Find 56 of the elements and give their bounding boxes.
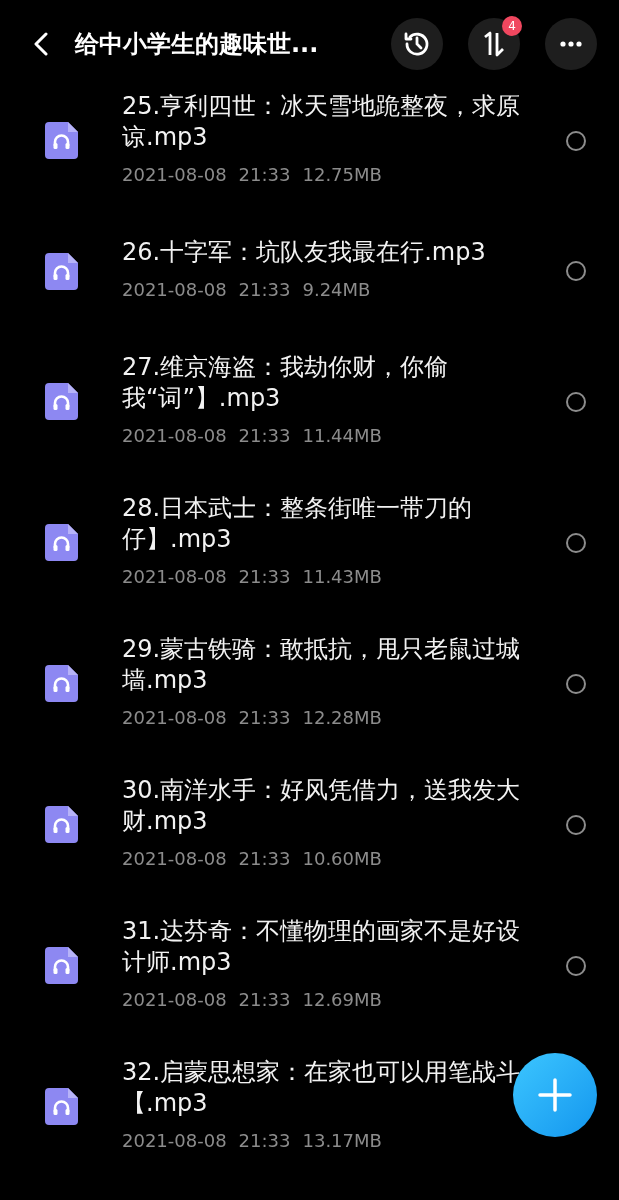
file-size: 11.44MB bbox=[302, 424, 382, 448]
select-checkbox[interactable] bbox=[566, 532, 586, 553]
file-size: 10.60MB bbox=[302, 847, 382, 871]
file-time: 21:33 bbox=[238, 847, 291, 871]
file-time: 21:33 bbox=[238, 424, 291, 448]
audio-file-icon bbox=[45, 252, 78, 290]
file-date: 2021-08-08 bbox=[122, 278, 227, 302]
file-date: 2021-08-08 bbox=[122, 163, 227, 187]
file-name: 32.启蒙思想家：在家也可以用笔战斗 【.mp3 bbox=[122, 1057, 521, 1119]
audio-file-icon bbox=[45, 1088, 78, 1125]
file-name: 27.维京海盗：我劫你财，你偷 我“词”】.mp3 bbox=[122, 352, 449, 414]
select-checkbox[interactable] bbox=[566, 955, 586, 976]
back-icon bbox=[34, 32, 48, 56]
select-checkbox[interactable] bbox=[566, 261, 586, 281]
file-time: 21:33 bbox=[238, 1129, 291, 1153]
history-button[interactable] bbox=[391, 18, 443, 70]
file-size: 12.75MB bbox=[302, 163, 382, 187]
file-size: 13.17MB bbox=[302, 1129, 382, 1153]
sort-button[interactable]: 4 bbox=[468, 18, 520, 70]
file-time: 21:33 bbox=[238, 706, 291, 730]
audio-file-icon bbox=[45, 806, 78, 843]
file-name: 31.达芬奇：不懂物理的画家不是好设 计师.mp3 bbox=[122, 916, 521, 978]
more-button[interactable] bbox=[545, 18, 597, 70]
file-date: 2021-08-08 bbox=[122, 1129, 227, 1153]
file-name: 30.南洋水手：好风凭借力，送我发大 财.mp3 bbox=[122, 775, 521, 837]
file-size: 11.43MB bbox=[302, 565, 382, 589]
file-name: 26.十字军：坑队友我最在行.mp3 bbox=[122, 237, 486, 268]
file-size: 12.28MB bbox=[302, 706, 382, 730]
file-time: 21:33 bbox=[238, 278, 291, 302]
file-date: 2021-08-08 bbox=[122, 706, 227, 730]
audio-file-icon bbox=[45, 947, 78, 984]
sort-icon bbox=[482, 31, 506, 57]
file-time: 21:33 bbox=[238, 988, 291, 1012]
select-checkbox[interactable] bbox=[566, 673, 586, 694]
file-size: 9.24MB bbox=[302, 278, 371, 302]
file-name: 29.蒙古铁骑：敢抵抗，甩只老鼠过城 墙.mp3 bbox=[122, 634, 521, 696]
count-badge: 4 bbox=[502, 16, 522, 36]
audio-file-icon bbox=[45, 524, 78, 561]
audio-file-icon bbox=[45, 122, 78, 159]
file-size: 12.69MB bbox=[302, 988, 382, 1012]
file-date: 2021-08-08 bbox=[122, 847, 227, 871]
file-name: 28.日本武士：整条街唯一带刀的 仔】.mp3 bbox=[122, 493, 473, 555]
file-date: 2021-08-08 bbox=[122, 565, 227, 589]
select-checkbox[interactable] bbox=[566, 814, 586, 835]
plus-icon bbox=[538, 1078, 572, 1112]
file-name: 25.亨利四世：冰天雪地跪整夜，求原 谅.mp3 bbox=[122, 91, 521, 153]
file-time: 21:33 bbox=[238, 163, 291, 187]
select-checkbox[interactable] bbox=[566, 391, 586, 412]
audio-file-icon bbox=[45, 383, 78, 420]
file-time: 21:33 bbox=[238, 565, 291, 589]
audio-file-icon bbox=[45, 665, 78, 702]
select-checkbox[interactable] bbox=[566, 130, 586, 151]
file-date: 2021-08-08 bbox=[122, 424, 227, 448]
file-date: 2021-08-08 bbox=[122, 988, 227, 1012]
more-icon bbox=[560, 41, 582, 47]
folder-title: 给中小学生的趣味世... bbox=[75, 29, 319, 60]
